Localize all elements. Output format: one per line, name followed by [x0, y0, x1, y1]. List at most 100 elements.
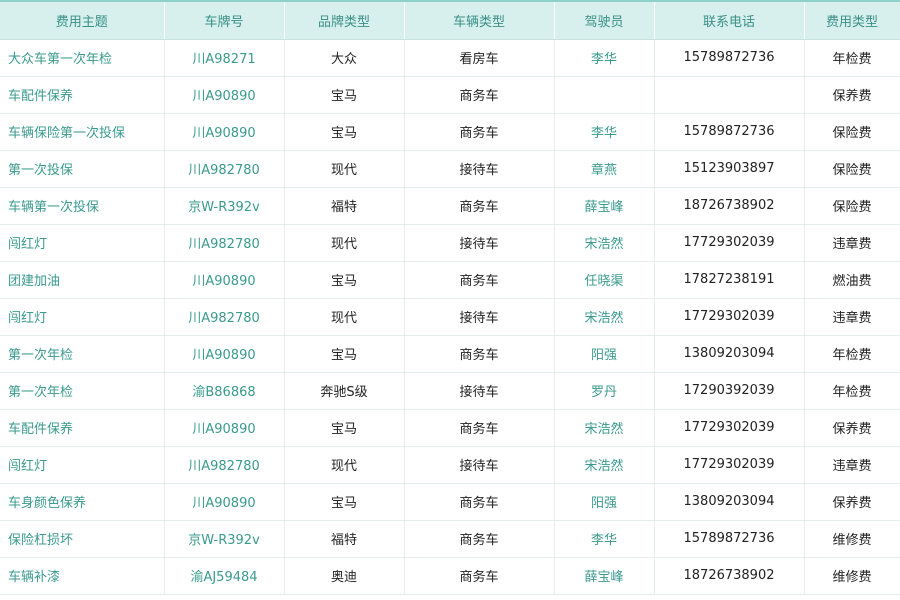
column-header-plate[interactable]: 车牌号 [164, 0, 285, 40]
cell-plate[interactable]: 川A90890 [164, 261, 285, 299]
table-row[interactable]: 团建加油 川A90890 宝马 商务车 任晓渠 17827238191 燃油费 [0, 261, 900, 299]
cell-fee-type: 维修费 [804, 557, 900, 595]
table-row[interactable]: 车配件保养 川A90890 宝马 商务车 宋浩然 17729302039 保养费 [0, 409, 900, 447]
cell-phone: 13809203094 [654, 335, 805, 373]
column-header-vehicle-type[interactable]: 车辆类型 [404, 0, 555, 40]
cell-fee-type: 保养费 [804, 76, 900, 114]
table-row[interactable]: 保险杠损坏 京W-R392v 福特 商务车 李华 15789872736 维修费 [0, 520, 900, 558]
cell-driver[interactable]: 章燕 [554, 150, 655, 188]
cell-brand: 宝马 [284, 335, 405, 373]
cell-subject[interactable]: 车配件保养 [0, 409, 165, 447]
cell-phone: 17290392039 [654, 372, 805, 410]
cell-driver[interactable] [554, 76, 655, 114]
cell-driver[interactable]: 任晓渠 [554, 261, 655, 299]
table-row[interactable]: 闯红灯 川A982780 现代 接待车 宋浩然 17729302039 违章费 [0, 446, 900, 484]
cell-plate[interactable]: 京W-R392v [164, 520, 285, 558]
cell-plate[interactable]: 川A98271 [164, 39, 285, 77]
cell-fee-type: 年检费 [804, 39, 900, 77]
cell-driver[interactable]: 阳强 [554, 335, 655, 373]
cell-subject[interactable]: 第一次年检 [0, 335, 165, 373]
cell-vehicle-type: 商务车 [404, 113, 555, 151]
table-row[interactable]: 第一次年检 川A90890 宝马 商务车 阳强 13809203094 年检费 [0, 335, 900, 373]
cell-fee-type: 保险费 [804, 150, 900, 188]
cell-vehicle-type: 接待车 [404, 150, 555, 188]
table-body: 大众车第一次年检 川A98271 大众 看房车 李华 15789872736 年检费 车配件保… [0, 39, 900, 595]
table-row[interactable]: 大众车第一次年检 川A98271 大众 看房车 李华 15789872736 年检费 [0, 39, 900, 77]
cell-vehicle-type: 商务车 [404, 76, 555, 114]
table-row[interactable]: 车配件保养 川A90890 宝马 商务车 保养费 [0, 76, 900, 114]
cell-subject[interactable]: 车配件保养 [0, 76, 165, 114]
cell-subject[interactable]: 团建加油 [0, 261, 165, 299]
cell-driver[interactable]: 宋浩然 [554, 446, 655, 484]
cell-fee-type: 维修费 [804, 520, 900, 558]
cell-brand: 宝马 [284, 113, 405, 151]
cell-brand: 奥迪 [284, 557, 405, 595]
cell-brand: 现代 [284, 298, 405, 336]
column-header-brand[interactable]: 品牌类型 [284, 0, 405, 40]
cell-plate[interactable]: 川A982780 [164, 224, 285, 262]
cell-plate[interactable]: 川A90890 [164, 409, 285, 447]
cell-fee-type: 保养费 [804, 409, 900, 447]
table-row[interactable]: 闯红灯 川A982780 现代 接待车 宋浩然 17729302039 违章费 [0, 298, 900, 336]
cell-plate[interactable]: 川A90890 [164, 76, 285, 114]
expense-table: 费用主题 车牌号 品牌类型 车辆类型 驾驶员 联系电话 费用类型 大众车第一次年… [0, 0, 900, 595]
table-row[interactable]: 车辆补漆 渝AJ59484 奥迪 商务车 薛宝峰 18726738902 维修费 [0, 557, 900, 595]
cell-plate[interactable]: 川A90890 [164, 335, 285, 373]
column-header-phone[interactable]: 联系电话 [654, 0, 805, 40]
cell-plate[interactable]: 渝B86868 [164, 372, 285, 410]
table-row[interactable]: 第一次年检 渝B86868 奔驰S级 接待车 罗丹 17290392039 年检费 [0, 372, 900, 410]
cell-fee-type: 保险费 [804, 187, 900, 225]
cell-driver[interactable]: 宋浩然 [554, 298, 655, 336]
column-header-subject[interactable]: 费用主题 [0, 0, 165, 40]
cell-subject[interactable]: 车辆第一次投保 [0, 187, 165, 225]
cell-driver[interactable]: 李华 [554, 39, 655, 77]
column-header-driver[interactable]: 驾驶员 [554, 0, 655, 40]
cell-plate[interactable]: 川A90890 [164, 113, 285, 151]
cell-plate[interactable]: 渝AJ59484 [164, 557, 285, 595]
cell-phone: 15789872736 [654, 113, 805, 151]
cell-subject[interactable]: 闯红灯 [0, 298, 165, 336]
cell-plate[interactable]: 川A982780 [164, 298, 285, 336]
cell-phone: 15123903897 [654, 150, 805, 188]
cell-vehicle-type: 接待车 [404, 224, 555, 262]
cell-plate[interactable]: 川A982780 [164, 446, 285, 484]
cell-driver[interactable]: 罗丹 [554, 372, 655, 410]
cell-subject[interactable]: 闯红灯 [0, 446, 165, 484]
cell-subject[interactable]: 车身颜色保养 [0, 483, 165, 521]
cell-subject[interactable]: 闯红灯 [0, 224, 165, 262]
cell-driver[interactable]: 薛宝峰 [554, 187, 655, 225]
table-row[interactable]: 车辆第一次投保 京W-R392v 福特 商务车 薛宝峰 18726738902 保险费 [0, 187, 900, 225]
table-row[interactable]: 车辆保险第一次投保 川A90890 宝马 商务车 李华 15789872736 保险费 [0, 113, 900, 151]
cell-plate[interactable]: 京W-R392v [164, 187, 285, 225]
cell-subject[interactable]: 第一次投保 [0, 150, 165, 188]
table-row[interactable]: 闯红灯 川A982780 现代 接待车 宋浩然 17729302039 违章费 [0, 224, 900, 262]
cell-subject[interactable]: 保险杠损坏 [0, 520, 165, 558]
cell-plate[interactable]: 川A90890 [164, 483, 285, 521]
cell-driver[interactable]: 李华 [554, 113, 655, 151]
cell-brand: 宝马 [284, 261, 405, 299]
cell-phone: 18726738902 [654, 557, 805, 595]
cell-driver[interactable]: 阳强 [554, 483, 655, 521]
cell-brand: 宝马 [284, 409, 405, 447]
cell-brand: 现代 [284, 150, 405, 188]
cell-plate[interactable]: 川A982780 [164, 150, 285, 188]
cell-fee-type: 年检费 [804, 372, 900, 410]
cell-brand: 奔驰S级 [284, 372, 405, 410]
cell-vehicle-type: 商务车 [404, 335, 555, 373]
cell-vehicle-type: 商务车 [404, 520, 555, 558]
table-row[interactable]: 车身颜色保养 川A90890 宝马 商务车 阳强 13809203094 保养费 [0, 483, 900, 521]
cell-vehicle-type: 商务车 [404, 483, 555, 521]
cell-subject[interactable]: 车辆补漆 [0, 557, 165, 595]
cell-phone: 17827238191 [654, 261, 805, 299]
cell-fee-type: 年检费 [804, 335, 900, 373]
cell-subject[interactable]: 大众车第一次年检 [0, 39, 165, 77]
cell-fee-type: 违章费 [804, 224, 900, 262]
cell-driver[interactable]: 宋浩然 [554, 224, 655, 262]
cell-driver[interactable]: 李华 [554, 520, 655, 558]
table-row[interactable]: 第一次投保 川A982780 现代 接待车 章燕 15123903897 保险费 [0, 150, 900, 188]
cell-driver[interactable]: 宋浩然 [554, 409, 655, 447]
cell-subject[interactable]: 车辆保险第一次投保 [0, 113, 165, 151]
cell-subject[interactable]: 第一次年检 [0, 372, 165, 410]
cell-driver[interactable]: 薛宝峰 [554, 557, 655, 595]
column-header-fee-type[interactable]: 费用类型 [804, 0, 900, 40]
